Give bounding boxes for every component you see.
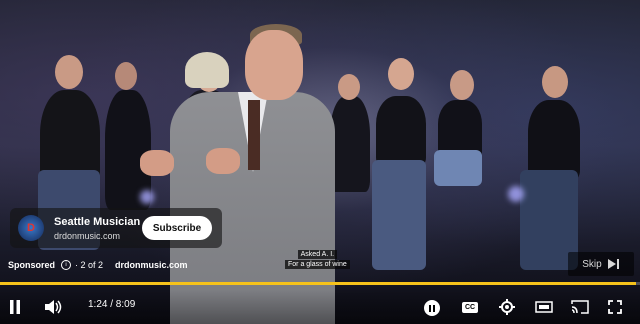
skip-ad-button[interactable]: Skip	[568, 252, 634, 276]
captions-button[interactable]: CC	[460, 299, 480, 315]
theater-icon	[535, 301, 553, 313]
cast-icon	[571, 300, 589, 314]
fullscreen-icon	[608, 300, 622, 314]
skip-label: Skip	[582, 258, 602, 270]
advertiser-avatar[interactable]: D	[18, 215, 44, 241]
sponsored-bar: Sponsored i · 2 of 2 drdonmusic.com	[8, 260, 188, 270]
sponsored-label: Sponsored	[8, 260, 56, 270]
theater-button[interactable]	[534, 299, 554, 315]
captions: Asked A. I. For a glass of wine	[285, 250, 350, 270]
miniplayer-pause-icon	[429, 304, 435, 312]
video-player[interactable]: D Seattle Musician drdonmusic.com Subscr…	[0, 0, 640, 324]
advertiser-url[interactable]: drdonmusic.com	[54, 231, 140, 241]
miniplayer-pause-button[interactable]	[424, 300, 440, 316]
subscribe-button[interactable]: Subscribe	[142, 216, 212, 240]
progress-bar[interactable]	[0, 282, 640, 285]
ad-position: · 2 of 2	[75, 260, 104, 270]
caption-line-2: For a glass of wine	[285, 260, 350, 269]
skip-next-icon	[607, 259, 619, 269]
progress-fill	[0, 282, 637, 285]
ad-link[interactable]: drdonmusic.com	[115, 260, 188, 270]
time-display: 1:24 / 8:09	[88, 299, 136, 310]
cast-button[interactable]	[570, 299, 590, 315]
advertiser-name[interactable]: Seattle Musician	[54, 216, 140, 228]
pause-icon	[10, 300, 20, 314]
ad-card[interactable]: D Seattle Musician drdonmusic.com Subscr…	[10, 208, 222, 248]
info-icon[interactable]: i	[61, 260, 72, 270]
control-bar: 1:24 / 8:09 CC	[0, 290, 640, 324]
settings-button[interactable]	[498, 298, 516, 316]
pause-button[interactable]	[6, 298, 24, 316]
settings-icon	[499, 299, 515, 315]
volume-button[interactable]	[44, 298, 64, 316]
avatar-initial: D	[27, 222, 35, 234]
captions-icon: CC	[461, 301, 479, 313]
fullscreen-button[interactable]	[606, 299, 624, 315]
volume-icon	[45, 300, 62, 314]
caption-line-1: Asked A. I.	[297, 250, 338, 259]
